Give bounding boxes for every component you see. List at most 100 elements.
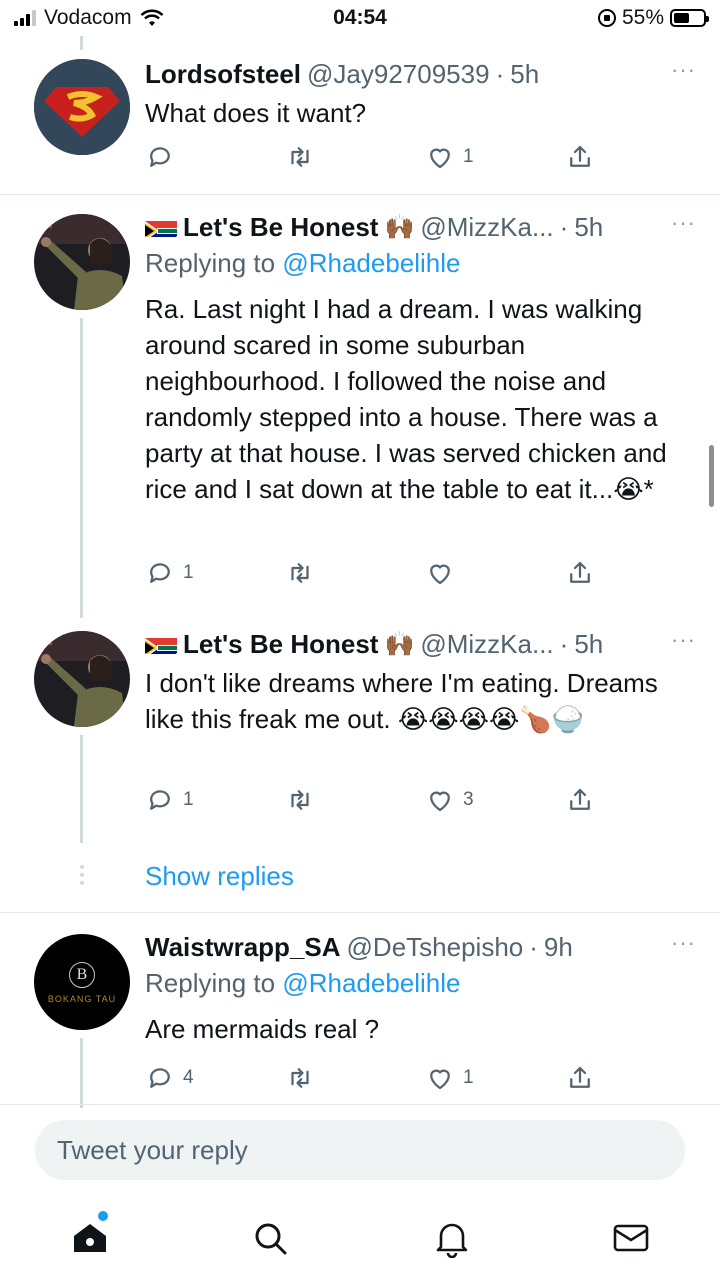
bottom-nav — [0, 1200, 720, 1280]
reply-button[interactable]: 1 — [145, 785, 194, 815]
author-handle[interactable]: @DeTshepisho — [347, 932, 524, 963]
reply-count: 4 — [183, 1067, 194, 1088]
tweet-time: 9h — [543, 931, 573, 962]
more-replies-dots — [80, 865, 84, 885]
retweet-button[interactable] — [285, 785, 315, 815]
divider — [0, 1104, 720, 1105]
avatar[interactable] — [34, 59, 130, 155]
tweet-time: 5h — [510, 58, 540, 89]
search-tab[interactable] — [250, 1218, 290, 1258]
heart-icon — [430, 564, 450, 585]
time-separator: · — [559, 211, 569, 242]
replying-prefix: Replying to — [145, 968, 276, 998]
share-button[interactable] — [565, 785, 595, 815]
scrollbar[interactable] — [709, 445, 714, 507]
tweet-actions: 1 3 — [145, 782, 605, 818]
reply-placeholder: Tweet your reply — [57, 1134, 248, 1165]
author-handle[interactable]: @MizzKa... — [420, 212, 553, 243]
retweet-button[interactable] — [285, 1063, 315, 1093]
author-name[interactable]: Let's Be Honest — [183, 629, 378, 660]
reply-button[interactable]: 1 — [145, 558, 194, 588]
tweet-time: 5h — [574, 211, 604, 242]
mail-icon — [613, 1224, 649, 1252]
more-options-icon[interactable]: ··· — [671, 930, 696, 956]
share-icon — [570, 1066, 590, 1088]
share-icon — [570, 788, 590, 810]
tweet-actions: 4 1 — [145, 1060, 605, 1096]
heart-icon — [430, 791, 450, 812]
person-photo-icon — [34, 214, 130, 310]
author-handle[interactable]: @Jay92709539 — [307, 59, 490, 90]
thread-line — [80, 36, 83, 50]
replying-to-link[interactable]: @Rhadebelihle — [282, 968, 460, 998]
reply-button[interactable] — [145, 142, 183, 172]
tweet[interactable]: B BOKANG TAU Waistwrapp_SA @DeTshepisho … — [0, 930, 720, 1108]
share-icon — [570, 145, 590, 167]
time-separator: · — [529, 931, 538, 962]
more-options-icon[interactable]: ··· — [671, 57, 696, 83]
tweet-text: Are mermaids real ? — [145, 1014, 380, 1044]
replying-prefix: Replying to — [145, 248, 276, 278]
retweet-icon — [291, 147, 309, 167]
author-name[interactable]: Lordsofsteel — [145, 59, 301, 90]
notifications-tab[interactable] — [432, 1218, 472, 1259]
avatar[interactable] — [34, 214, 130, 310]
reply-icon — [150, 147, 170, 167]
heart-icon — [430, 1069, 450, 1090]
tweet[interactable]: Let's Be Honest 🙌🏾 @MizzKa... · 5h ··· I… — [0, 627, 720, 857]
retweet-icon — [291, 1068, 309, 1088]
replying-to: Replying to @Rhadebelihle — [145, 968, 696, 999]
tweet-text: Ra. Last night I had a dream. I was walk… — [145, 294, 667, 504]
divider — [0, 912, 720, 913]
like-count: 1 — [463, 146, 474, 167]
thread-line — [80, 318, 83, 618]
retweet-icon — [291, 790, 309, 810]
time-separator: · — [495, 58, 505, 89]
avatar[interactable]: B BOKANG TAU — [34, 934, 130, 1030]
superman-logo-icon — [34, 59, 130, 155]
reply-icon — [150, 563, 170, 583]
replying-to-link[interactable]: @Rhadebelihle — [282, 248, 460, 278]
battery-icon — [670, 9, 709, 27]
heart-icon — [430, 148, 450, 169]
messages-tab[interactable] — [611, 1218, 651, 1258]
like-button[interactable]: 1 — [425, 1063, 474, 1093]
like-button[interactable]: 1 — [425, 142, 474, 172]
tweet[interactable]: Let's Be Honest 🙌🏾 @MizzKa... · 5h ··· R… — [0, 210, 720, 618]
south-africa-flag-icon — [145, 217, 177, 237]
divider — [0, 194, 720, 195]
more-options-icon[interactable]: ··· — [671, 627, 696, 653]
retweet-icon — [291, 563, 309, 583]
avatar-text: BOKANG TAU — [47, 994, 117, 1004]
raised-hands-emoji: 🙌🏾 — [384, 213, 415, 241]
share-button[interactable] — [565, 1063, 595, 1093]
author-name[interactable]: Let's Be Honest — [183, 212, 378, 243]
reply-input[interactable]: Tweet your reply — [35, 1120, 685, 1180]
tweet-actions: 1 — [145, 555, 605, 591]
retweet-button[interactable] — [285, 142, 315, 172]
home-tab[interactable] — [70, 1218, 110, 1258]
status-bar: Vodacom 04:54 55% — [0, 0, 720, 36]
share-button[interactable] — [565, 142, 595, 172]
more-options-icon[interactable]: ··· — [671, 210, 696, 236]
tweet-actions: 1 — [145, 139, 605, 175]
author-handle[interactable]: @MizzKa... — [420, 629, 553, 660]
share-button[interactable] — [565, 558, 595, 588]
like-count: 1 — [463, 1067, 474, 1088]
like-count: 3 — [463, 789, 474, 810]
battery-percent: 55% — [621, 6, 664, 29]
author-name[interactable]: Waistwrapp_SA — [145, 932, 341, 963]
new-content-dot — [98, 1211, 108, 1221]
tweet[interactable]: Lordsofsteel @Jay92709539 · 5h ··· What … — [0, 55, 720, 195]
like-button[interactable] — [425, 558, 463, 588]
like-button[interactable]: 3 — [425, 785, 474, 815]
retweet-button[interactable] — [285, 558, 315, 588]
reply-button[interactable]: 4 — [145, 1063, 194, 1093]
south-africa-flag-icon — [145, 634, 177, 654]
tweet-text: What does it want? — [145, 98, 367, 128]
avatar[interactable] — [34, 631, 130, 727]
show-replies-link[interactable]: Show replies — [145, 861, 294, 892]
thread-line — [80, 1038, 83, 1108]
raised-hands-emoji: 🙌🏾 — [384, 630, 415, 658]
time-separator: · — [559, 628, 569, 659]
